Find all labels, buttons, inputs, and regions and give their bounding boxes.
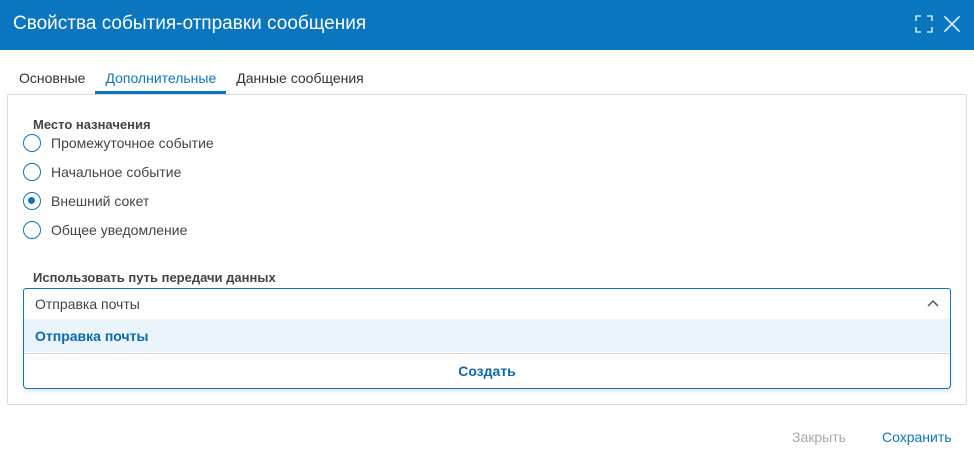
tab-panel-additional: Место назначения Промежуточное событие Н… — [7, 94, 967, 405]
radio-button[interactable] — [23, 163, 41, 181]
data-path-selected-value: Отправка почты — [35, 296, 140, 312]
tab-message-data[interactable]: Данные сообщения — [226, 66, 374, 94]
radio-start-event[interactable]: Начальное событие — [23, 161, 181, 183]
radio-intermediate-event[interactable]: Промежуточное событие — [23, 132, 214, 154]
radio-label: Общее уведомление — [51, 222, 188, 238]
maximize-icon[interactable] — [914, 14, 934, 34]
tab-basic[interactable]: Основные — [9, 66, 95, 94]
chevron-up-icon[interactable] — [926, 298, 940, 308]
tab-bar: Основные Дополнительные Данные сообщения — [9, 66, 374, 94]
data-path-dropdown: Отправка почты Создать — [23, 319, 951, 389]
destination-label: Место назначения — [33, 117, 151, 132]
close-button[interactable]: Закрыть — [792, 428, 846, 446]
dialog-titlebar: Свойства события-отправки сообщения — [0, 0, 974, 50]
save-button[interactable]: Сохранить — [882, 428, 952, 446]
radio-button[interactable] — [23, 134, 41, 152]
dropdown-option-label: Отправка почты — [35, 328, 149, 344]
close-icon[interactable] — [942, 14, 962, 34]
dialog-title: Свойства события-отправки сообщения — [13, 13, 367, 34]
radio-general-notification[interactable]: Общее уведомление — [23, 219, 187, 241]
data-path-label: Использовать путь передачи данных — [33, 270, 276, 285]
titlebar-controls — [914, 14, 962, 34]
tab-additional[interactable]: Дополнительные — [95, 66, 227, 94]
radio-label: Начальное событие — [51, 164, 182, 180]
radio-label: Внешний сокет — [51, 193, 150, 209]
create-button[interactable]: Создать — [24, 354, 950, 388]
radio-button-checked[interactable] — [23, 192, 41, 210]
radio-label: Промежуточное событие — [51, 135, 214, 151]
radio-external-socket[interactable]: Внешний сокет — [23, 190, 149, 212]
data-path-select[interactable]: Отправка почты — [23, 288, 951, 319]
dropdown-option[interactable]: Отправка почты — [24, 319, 950, 352]
radio-button[interactable] — [23, 221, 41, 239]
